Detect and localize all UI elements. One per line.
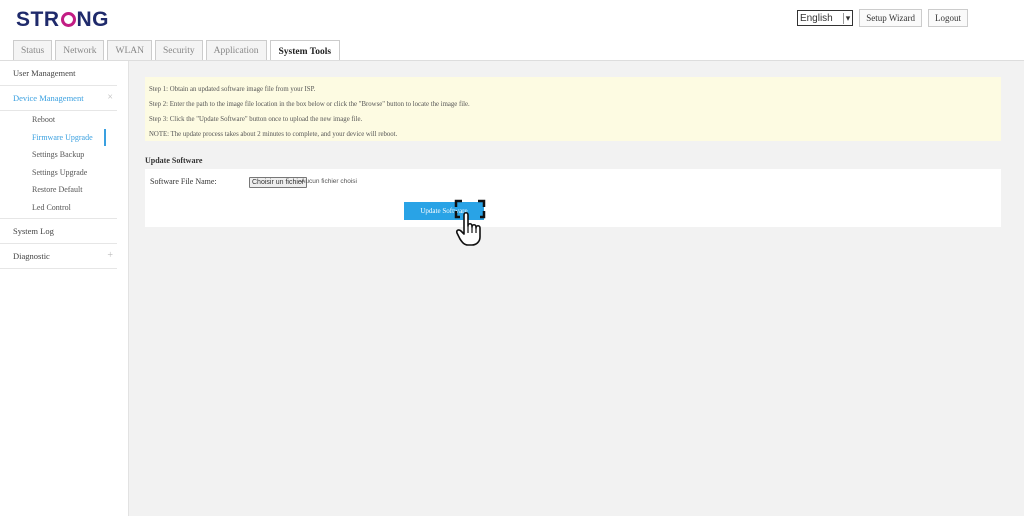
sidebar-item-device-management[interactable]: Device Management × <box>0 86 117 111</box>
sidebar-item-settings-upgrade[interactable]: Settings Upgrade <box>0 164 106 182</box>
choose-file-button[interactable]: Choisir un fichier <box>249 177 308 188</box>
device-management-submenu: Reboot Firmware Upgrade Settings Backup … <box>0 111 117 219</box>
sidebar-item-diagnostic[interactable]: Diagnostic + <box>0 244 117 269</box>
tab-application[interactable]: Application <box>205 40 267 62</box>
logout-button[interactable]: Logout <box>928 9 968 27</box>
language-select[interactable]: English ▾ <box>796 10 854 26</box>
file-status-text: Aucun fichier choisi <box>301 178 357 185</box>
main-content: Step 1: Obtain an updated software image… <box>129 61 1024 516</box>
section-title: Update Software <box>145 156 203 165</box>
strong-logo: STR NG <box>16 8 109 31</box>
hand-pointer-icon <box>454 199 486 246</box>
step-3-text: Step 3: Click the "Update Software" butt… <box>149 116 363 123</box>
sidebar: User Management Device Management × Rebo… <box>0 61 129 516</box>
tab-security[interactable]: Security <box>154 40 203 62</box>
tab-wlan[interactable]: WLAN <box>107 40 152 62</box>
sidebar-item-led-control[interactable]: Led Control <box>0 199 106 217</box>
update-software-panel: Software File Name: Choisir un fichier A… <box>145 169 1001 227</box>
tab-network[interactable]: Network <box>55 40 105 62</box>
header-actions: English ▾ Setup Wizard Logout <box>796 9 968 27</box>
sidebar-item-settings-backup[interactable]: Settings Backup <box>0 146 106 164</box>
sidebar-item-system-log[interactable]: System Log <box>0 219 117 244</box>
note-text: NOTE: The update process takes about 2 m… <box>149 131 398 138</box>
main-tabs: Status Network WLAN Security Application… <box>13 40 341 62</box>
tab-status[interactable]: Status <box>13 40 53 62</box>
tab-system-tools[interactable]: System Tools <box>269 40 341 62</box>
step-2-text: Step 2: Enter the path to the image file… <box>149 101 470 108</box>
sidebar-item-user-management[interactable]: User Management <box>0 61 117 86</box>
step-1-text: Step 1: Obtain an updated software image… <box>149 86 316 93</box>
close-icon: × <box>107 92 113 103</box>
instructions-notice: Step 1: Obtain an updated software image… <box>145 77 1001 141</box>
chevron-down-icon: ▾ <box>842 12 850 24</box>
setup-wizard-button[interactable]: Setup Wizard <box>859 9 922 27</box>
plus-icon: + <box>107 250 113 261</box>
software-file-label: Software File Name: <box>150 177 217 186</box>
logo-o-ring <box>60 12 76 27</box>
sidebar-item-firmware-upgrade[interactable]: Firmware Upgrade <box>0 128 106 147</box>
sidebar-item-reboot[interactable]: Reboot <box>0 111 106 129</box>
sidebar-item-restore-default[interactable]: Restore Default <box>0 181 106 199</box>
